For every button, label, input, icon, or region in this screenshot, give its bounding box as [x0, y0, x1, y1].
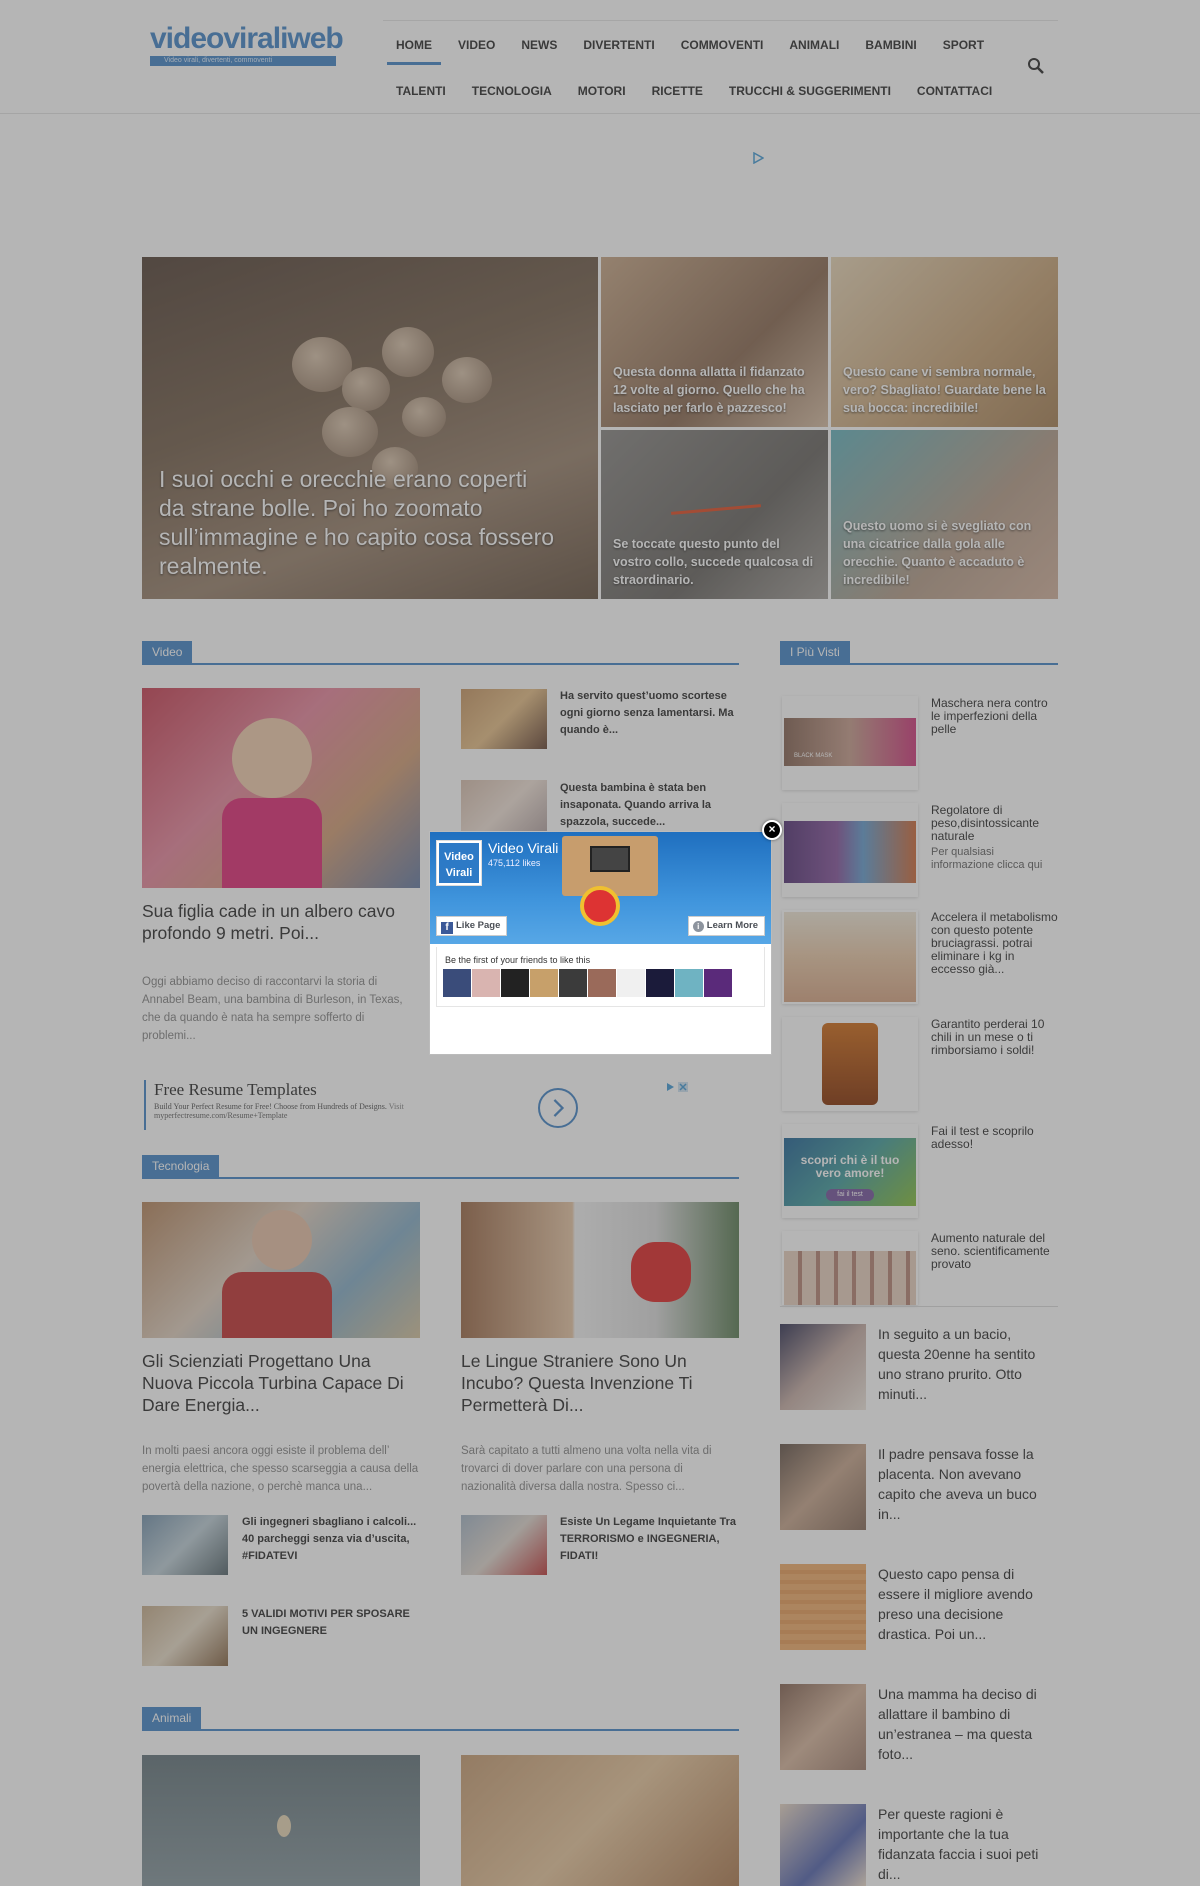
friend-avatar[interactable]	[530, 969, 558, 997]
facebook-icon: f	[441, 922, 453, 934]
friend-avatar[interactable]	[617, 969, 645, 997]
learn-more-button[interactable]: i Learn More	[687, 916, 765, 936]
friend-avatar[interactable]	[646, 969, 674, 997]
facebook-page-logo[interactable]: Video Virali	[436, 840, 482, 886]
facebook-likes-count: 475,112 likes	[488, 858, 541, 868]
logo-line-2: Virali	[445, 867, 473, 879]
friend-avatar[interactable]	[675, 969, 703, 997]
friend-faces	[443, 969, 732, 997]
friend-avatar[interactable]	[704, 969, 732, 997]
facebook-cover[interactable]: Video Virali Video Virali 475,112 likes f…	[430, 832, 771, 944]
info-icon: i	[692, 921, 704, 932]
cover-laptop	[590, 846, 630, 872]
facebook-friends-box: Be the first of your friends to like thi…	[436, 947, 765, 1007]
close-icon[interactable]: ×	[762, 820, 782, 840]
facebook-page-name[interactable]: Video Virali	[488, 840, 558, 856]
like-page-button[interactable]: f Like Page	[436, 916, 508, 936]
friends-text: Be the first of your friends to like thi…	[445, 955, 591, 965]
friend-avatar[interactable]	[443, 969, 471, 997]
friend-avatar[interactable]	[588, 969, 616, 997]
friend-avatar[interactable]	[559, 969, 587, 997]
facebook-page-popup: Video Virali Video Virali 475,112 likes f…	[429, 831, 772, 1055]
friend-avatar[interactable]	[472, 969, 500, 997]
cover-mug	[580, 886, 620, 926]
friend-avatar[interactable]	[501, 969, 529, 997]
logo-line-1: Video	[444, 851, 474, 863]
